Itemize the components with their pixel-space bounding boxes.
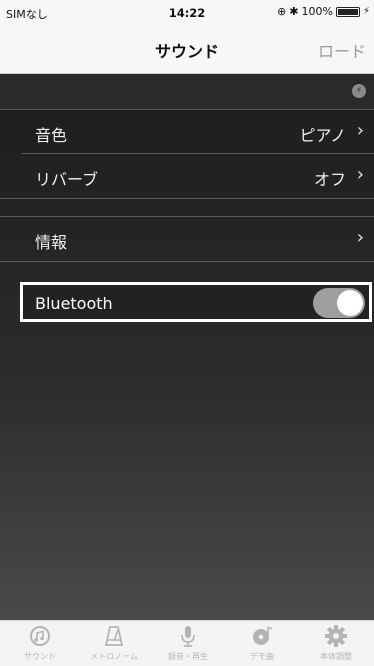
metronome-icon <box>77 623 151 649</box>
tab-demo[interactable]: デモ曲 <box>225 623 299 666</box>
tab-label: 本体調整 <box>320 652 352 661</box>
tab-settings[interactable]: 本体調整 <box>299 623 373 666</box>
bluetooth-status-icon: ✱ <box>289 5 299 18</box>
bluetooth-toggle[interactable] <box>313 288 365 318</box>
tab-bar: サウンド メトロノーム 録音・再生 デモ曲 本体調整 <box>0 620 374 666</box>
tab-label: メトロノーム <box>90 652 138 661</box>
reverb-row[interactable]: リバーブ オフ › <box>0 154 374 198</box>
tone-value: ピアノ <box>299 126 346 145</box>
tab-recording[interactable]: 録音・再生 <box>151 623 225 666</box>
tab-label: サウンド <box>24 652 56 661</box>
chevron-right-icon: › <box>356 227 364 248</box>
status-bar: SIMなし 14:22 ⊕ ✱ 100% ⚡ <box>0 0 374 26</box>
bluetooth-row[interactable]: Bluetooth <box>20 282 372 322</box>
reverb-label: リバーブ <box>35 170 99 189</box>
sound-icon <box>3 623 77 649</box>
divider <box>0 198 374 199</box>
info-row[interactable]: 情報 › <box>0 217 374 261</box>
navigation-bar: サウンド ロード <box>0 26 374 74</box>
bluetooth-label: Bluetooth <box>35 294 113 313</box>
divider <box>0 261 374 262</box>
info-label: 情報 <box>35 233 68 252</box>
reverb-value: オフ <box>313 170 346 189</box>
charging-icon: ⚡ <box>362 6 370 17</box>
header-strip: ⚡ <box>0 74 374 110</box>
load-button[interactable]: ロード <box>318 38 366 62</box>
lightning-icon: ⚡ <box>352 84 366 98</box>
chevron-right-icon: › <box>356 120 364 141</box>
battery-icon <box>335 6 360 17</box>
settings-list: ⚡ 音色 ピアノ › リバーブ オフ › 情報 › Bluetooth <box>0 74 374 620</box>
tab-metronome[interactable]: メトロノーム <box>77 623 151 666</box>
battery-percent: 100% <box>301 5 333 18</box>
tab-label: デモ曲 <box>250 652 274 661</box>
tab-sound[interactable]: サウンド <box>3 623 77 666</box>
disc-note-icon <box>225 623 299 649</box>
gear-icon <box>299 623 373 649</box>
orientation-lock-icon: ⊕ <box>277 5 287 18</box>
status-indicators: ⊕ ✱ 100% ⚡ <box>277 5 370 18</box>
microphone-icon <box>151 623 225 649</box>
tab-label: 録音・再生 <box>168 652 208 661</box>
tone-row[interactable]: 音色 ピアノ › <box>0 110 374 154</box>
toggle-knob <box>337 290 363 316</box>
chevron-right-icon: › <box>356 164 364 185</box>
tone-label: 音色 <box>35 126 68 145</box>
